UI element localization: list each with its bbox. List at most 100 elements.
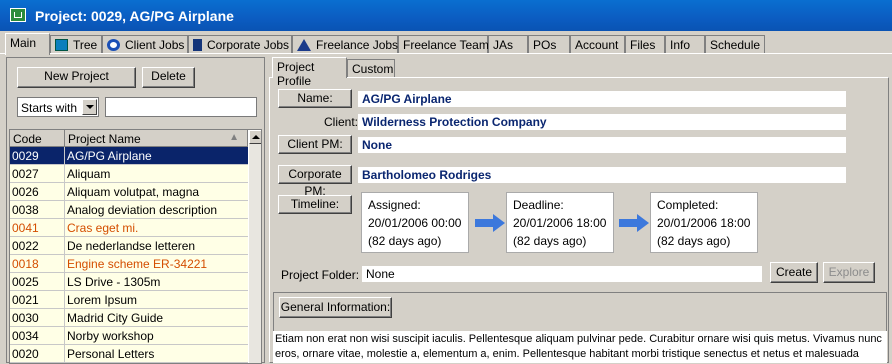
client-label: Client: bbox=[324, 115, 359, 129]
client-value: Wilderness Protection Company bbox=[358, 114, 846, 130]
row-project-name: Personal Letters bbox=[67, 347, 155, 361]
tab-jas[interactable]: JAs bbox=[488, 35, 528, 53]
tab-tree[interactable]: Tree bbox=[50, 35, 102, 53]
tab-label: Schedule bbox=[710, 38, 761, 52]
create-button[interactable]: Create bbox=[770, 262, 818, 283]
tab-files[interactable]: Files bbox=[625, 35, 665, 53]
tab-label: Freelance Jobs bbox=[316, 38, 399, 52]
row-project-name: LS Drive - 1305m bbox=[67, 275, 161, 289]
row-project-name: Madrid City Guide bbox=[67, 311, 164, 325]
title-bar: Project: 0029, AG/PG Airplane bbox=[0, 0, 892, 31]
row-code: 0018 bbox=[12, 257, 39, 271]
corporate-pm-button[interactable]: Corporate PM: bbox=[278, 165, 352, 198]
client-icon bbox=[107, 39, 120, 51]
tab-label: Main bbox=[10, 36, 37, 50]
tab-freelance-team[interactable]: Freelance Team bbox=[398, 35, 489, 53]
tab-project-profile[interactable]: Project Profile bbox=[272, 57, 347, 88]
row-code: 0034 bbox=[12, 329, 39, 343]
tab-account[interactable]: Account bbox=[570, 35, 625, 53]
tab-label: JAs bbox=[493, 38, 514, 52]
project-folder-label: Project Folder: bbox=[281, 268, 360, 282]
main-tab-strip: Main Tree Client Jobs Corporate Jobs Fre… bbox=[0, 33, 892, 55]
timeline-ago: (82 days ago) bbox=[513, 234, 587, 248]
new-project-button[interactable]: New Project bbox=[17, 67, 136, 88]
row-project-name: Aliquam bbox=[67, 167, 111, 181]
tab-freelance-jobs[interactable]: Freelance Jobs bbox=[292, 35, 398, 53]
table-row[interactable]: 0025 LS Drive - 1305m bbox=[10, 273, 248, 291]
table-row[interactable]: 0021 Lorem Ipsum bbox=[10, 291, 248, 309]
row-code: 0025 bbox=[12, 275, 39, 289]
name-button[interactable]: Name: bbox=[278, 89, 352, 108]
table-row[interactable]: 0029 AG/PG Airplane bbox=[10, 147, 248, 165]
tab-label: Info bbox=[670, 38, 691, 52]
tab-label: POs bbox=[533, 38, 557, 52]
tab-pos[interactable]: POs bbox=[528, 35, 570, 53]
app-icon bbox=[10, 8, 26, 22]
row-code: 0021 bbox=[12, 293, 39, 307]
table-row[interactable]: 0026 Aliquam volutpat, magna bbox=[10, 183, 248, 201]
row-project-name: Aliquam volutpat, magna bbox=[67, 185, 200, 199]
timeline-label: Assigned: bbox=[368, 198, 421, 212]
project-folder-value: None bbox=[362, 266, 762, 282]
timeline-date: 20/01/2006 00:00 bbox=[368, 216, 462, 230]
row-code: 0022 bbox=[12, 239, 39, 253]
general-information-button[interactable]: General Information: bbox=[279, 297, 392, 318]
corporate-pm-value: Bartholomeo Rodriges bbox=[358, 167, 846, 183]
timeline-deadline: Deadline: 20/01/2006 18:00 (82 days ago) bbox=[506, 192, 614, 253]
column-header-project-name[interactable]: Project Name ▲ bbox=[65, 130, 248, 147]
delete-button[interactable]: Delete bbox=[142, 67, 195, 88]
table-row[interactable]: 0038 Analog deviation description bbox=[10, 201, 248, 219]
timeline-ago: (82 days ago) bbox=[657, 234, 731, 248]
description-text[interactable]: Etiam non erat non wisi suscipit iaculis… bbox=[273, 331, 887, 363]
timeline-ago: (82 days ago) bbox=[368, 234, 442, 248]
tab-client-jobs[interactable]: Client Jobs bbox=[102, 35, 188, 53]
client-pm-button[interactable]: Client PM: bbox=[278, 135, 352, 154]
row-project-name: Norby workshop bbox=[67, 329, 154, 343]
filter-mode-value: Starts with bbox=[21, 101, 78, 115]
project-grid: Code Project Name ▲ 0029 AG/PG Airplane 002… bbox=[9, 129, 262, 364]
column-separator bbox=[64, 201, 65, 219]
column-separator bbox=[64, 273, 65, 291]
timeline-completed: Completed: 20/01/2006 18:00 (82 days ago… bbox=[650, 192, 758, 253]
grid-header: Code Project Name ▲ bbox=[10, 130, 248, 147]
tab-label: Corporate Jobs bbox=[207, 38, 290, 52]
client-pm-value: None bbox=[358, 137, 846, 153]
table-row[interactable]: 0027 Aliquam bbox=[10, 165, 248, 183]
table-row[interactable]: 0020 Personal Letters bbox=[10, 345, 248, 363]
row-project-name: Analog deviation description bbox=[67, 203, 218, 217]
row-code: 0027 bbox=[12, 167, 39, 181]
vertical-scrollbar[interactable] bbox=[249, 130, 261, 363]
timeline-date: 20/01/2006 18:00 bbox=[513, 216, 607, 230]
tab-info[interactable]: Info bbox=[665, 35, 705, 53]
profile-panel: Name: AG/PG Airplane Client: Wilderness … bbox=[269, 77, 889, 363]
row-code: 0041 bbox=[12, 221, 39, 235]
row-code: 0038 bbox=[12, 203, 39, 217]
row-code: 0026 bbox=[12, 185, 39, 199]
chevron-down-icon[interactable] bbox=[82, 99, 97, 115]
table-row[interactable]: 0030 Madrid City Guide bbox=[10, 309, 248, 327]
tab-schedule[interactable]: Schedule bbox=[705, 35, 765, 53]
filter-input[interactable] bbox=[105, 97, 257, 117]
row-code: 0030 bbox=[12, 311, 39, 325]
house-icon bbox=[297, 39, 311, 51]
filter-mode-select[interactable]: Starts with bbox=[17, 97, 99, 117]
timeline-button[interactable]: Timeline: bbox=[278, 195, 352, 214]
column-header-code[interactable]: Code bbox=[10, 130, 65, 147]
table-row[interactable]: 0022 De nederlandse letteren bbox=[10, 237, 248, 255]
tab-custom[interactable]: Custom bbox=[347, 59, 395, 77]
explore-button[interactable]: Explore bbox=[823, 262, 875, 283]
table-row[interactable]: 0034 Norby workshop bbox=[10, 327, 248, 345]
tab-main[interactable]: Main bbox=[5, 33, 50, 55]
row-project-name: Engine scheme ER-34221 bbox=[67, 257, 208, 271]
tab-divider bbox=[0, 53, 892, 54]
tab-corporate-jobs[interactable]: Corporate Jobs bbox=[188, 35, 292, 53]
window-title: Project: 0029, AG/PG Airplane bbox=[35, 8, 234, 24]
timeline-assigned: Assigned: 20/01/2006 00:00 (82 days ago) bbox=[361, 192, 469, 253]
scroll-up-icon[interactable] bbox=[249, 130, 261, 144]
table-row[interactable]: 0018 Engine scheme ER-34221 bbox=[10, 255, 248, 273]
timeline-label: Completed: bbox=[657, 198, 719, 212]
table-row[interactable]: 0041 Cras eget mi. bbox=[10, 219, 248, 237]
arrow-right-icon bbox=[475, 214, 505, 232]
row-project-name: Lorem Ipsum bbox=[67, 293, 138, 307]
column-separator bbox=[64, 147, 65, 165]
